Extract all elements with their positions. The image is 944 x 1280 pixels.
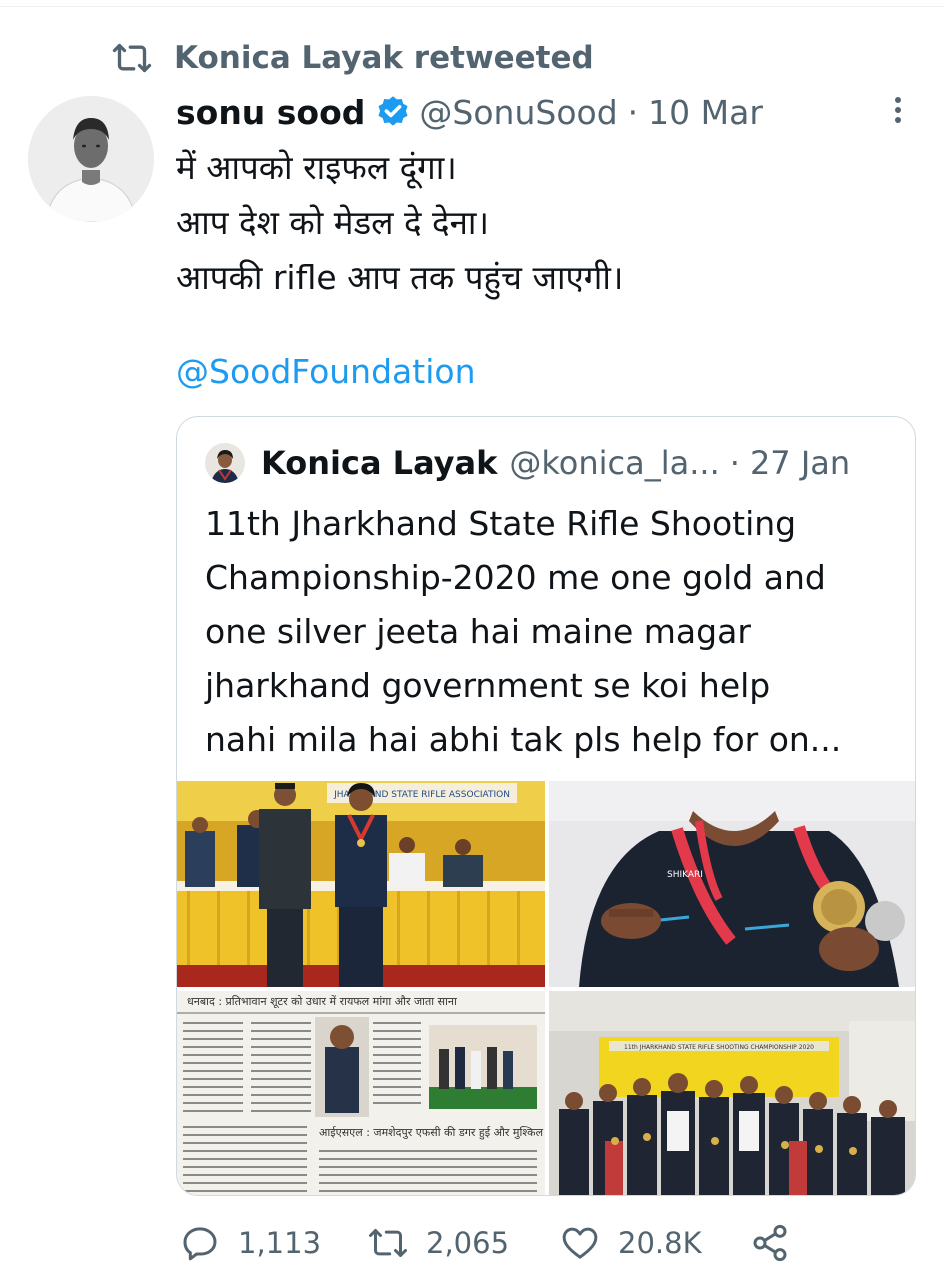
header-separator: ·: [627, 92, 639, 132]
top-divider: [0, 6, 944, 7]
award-ceremony-photo[interactable]: JHARKHAND STATE RIFLE ASSOCIATION: [177, 781, 545, 987]
newspaper-headline: धनबाद : प्रतिभावान शूटर को उधार में रायफ…: [187, 995, 457, 1009]
reply-count: 1,113: [238, 1226, 322, 1260]
retweet-count: 2,065: [426, 1226, 510, 1260]
retweet-action-icon: [369, 1229, 407, 1257]
gold-medal-photo[interactable]: SHIKARI: [549, 781, 915, 987]
author-avatar[interactable]: [28, 96, 154, 222]
tweet-text-line: आपकी rifle आप तक पहुंच जाएगी।: [176, 258, 624, 297]
verified-badge-icon: [378, 96, 408, 126]
media-grid: JHARKHAND STATE RIFLE ASSOCIATION SHIKAR…: [177, 781, 915, 1195]
group-banner-text: 11th JHARKHAND STATE RIFLE SHOOTING CHAM…: [624, 1044, 814, 1051]
group-photo[interactable]: 11th JHARKHAND STATE RIFLE SHOOTING CHAM…: [549, 991, 915, 1195]
author-name[interactable]: sonu sood: [176, 93, 365, 132]
newspaper-subheadline: आईएसएल : जमशेदपुर एफसी की डगर हुई और मुश…: [319, 1126, 544, 1140]
quoted-tweet-date: 27 Jan: [749, 444, 851, 482]
like-count: 20.8K: [618, 1226, 702, 1260]
tweet-date[interactable]: 10 Mar: [648, 93, 763, 132]
quoted-text-line: 11th Jharkhand State Rifle Shooting: [205, 504, 797, 543]
heart-icon: [562, 1227, 598, 1259]
like-button[interactable]: 20.8K: [560, 1216, 702, 1270]
author-handle[interactable]: @SonuSood: [419, 93, 617, 132]
quoted-tweet-text: 11th Jharkhand State Rifle Shooting Cham…: [205, 497, 905, 767]
quoted-author-avatar[interactable]: [205, 443, 245, 483]
retweet-icon: [112, 43, 152, 73]
quoted-header-separator: ·: [729, 444, 740, 482]
quoted-author-handle: @konica_la...: [509, 444, 720, 482]
mention-link[interactable]: @SoodFoundation: [176, 352, 475, 391]
tweet-text-line: में आपको राइफल दूंगा।: [176, 148, 457, 187]
quoted-tweet-header: Konica Layak @konica_la... · 27 Jan: [205, 439, 850, 487]
share-icon: [753, 1224, 787, 1262]
more-options-icon[interactable]: [886, 94, 910, 126]
retweet-label: Konica Layak retweeted: [174, 40, 594, 76]
quoted-tweet-card[interactable]: Konica Layak @konica_la... · 27 Jan 11th…: [176, 416, 916, 1196]
tweet-text: में आपको राइफल दूंगा। आप देश को मेडल दे …: [176, 140, 916, 305]
quoted-text-line: Championship-2020 me one gold and: [205, 558, 826, 597]
newspaper-clipping-photo[interactable]: धनबाद : प्रतिभावान शूटर को उधार में रायफ…: [177, 991, 545, 1195]
share-button[interactable]: [750, 1216, 790, 1270]
quoted-text-line: jharkhand government se koi help: [205, 666, 771, 705]
tweet-header: sonu sood @SonuSood · 10 Mar: [176, 88, 763, 136]
reply-icon: [183, 1227, 217, 1261]
jacket-brand-text: SHIKARI: [667, 870, 703, 880]
action-bar: 1,113 2,065 20.8K: [176, 1216, 916, 1270]
retweet-button[interactable]: 2,065: [368, 1216, 509, 1270]
retweet-banner[interactable]: Konica Layak retweeted: [112, 36, 594, 80]
quoted-text-line: one silver jeeta hai maine magar: [205, 612, 751, 651]
reply-button[interactable]: 1,113: [180, 1216, 321, 1270]
tweet-text-line: आप देश को मेडल दे देना।: [176, 203, 489, 242]
quoted-text-line: nahi mila hai abhi tak pls help for on..…: [205, 720, 842, 759]
quoted-author-name: Konica Layak: [261, 444, 498, 482]
